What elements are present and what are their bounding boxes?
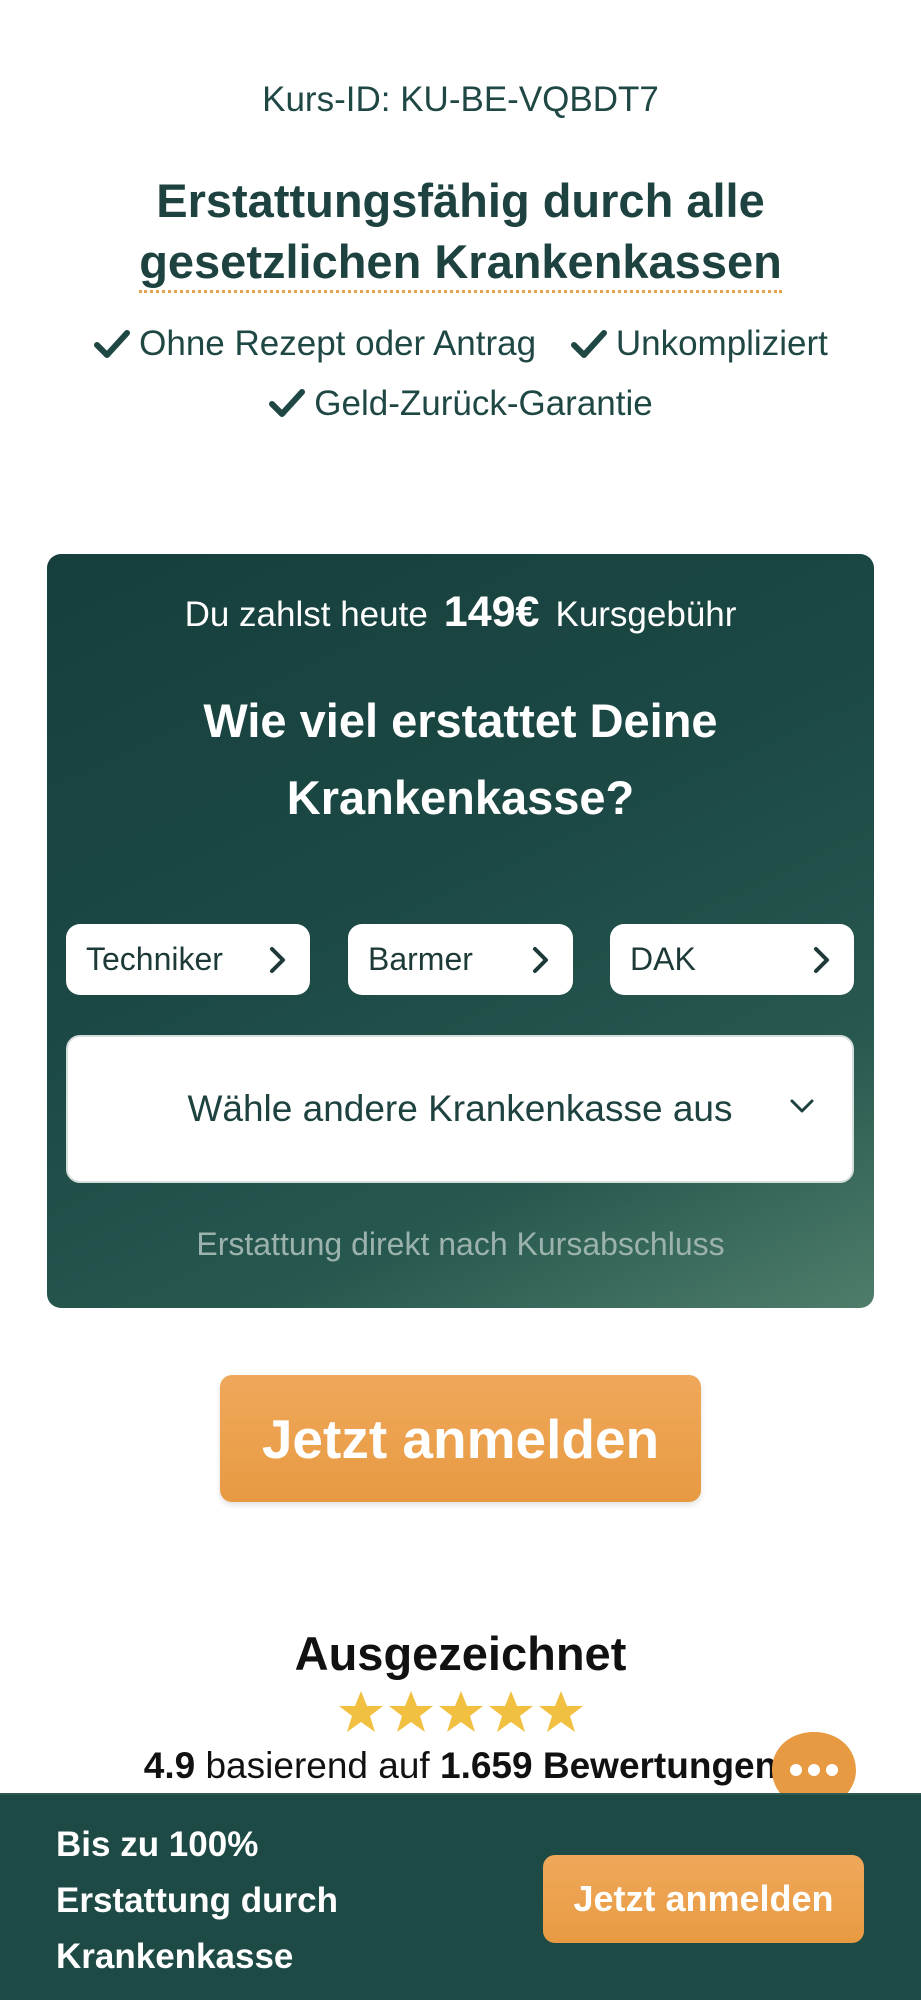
price-line: Du zahlst heute 149€ Kursgebühr	[47, 588, 874, 637]
page-title: Erstattungsfähig durch alle gesetzlichen…	[0, 170, 921, 293]
insurer-label: DAK	[630, 941, 696, 977]
bottom-bar-line2: Erstattung durch	[56, 1881, 338, 1920]
insurer-button-dak[interactable]: DAK	[610, 924, 854, 995]
benefit-item: Geld-Zurück-Garantie	[268, 376, 653, 431]
insurer-select[interactable]: Wähle andere Krankenkasse aus	[66, 1035, 854, 1183]
check-icon	[269, 389, 306, 417]
benefits-list: Ohne Rezept oder Antrag Unkompliziert Ge…	[0, 316, 921, 435]
rating-count: 1.659 Bewertungen	[440, 1745, 778, 1786]
bottom-bar-line3: Krankenkasse	[56, 1937, 294, 1976]
rating-title: Ausgezeichnet	[294, 1627, 627, 1680]
refund-note: Erstattung direkt nach Kursabschluss	[196, 1226, 725, 1262]
star-icon	[388, 1691, 433, 1732]
star-icon	[338, 1691, 383, 1732]
headline-line1: Erstattungsfähig durch alle	[156, 174, 765, 227]
question-line1: Wie viel erstattet Deine	[203, 694, 718, 747]
benefit-item: Ohne Rezept oder Antrag	[93, 316, 536, 371]
insurer-button-barmer[interactable]: Barmer	[348, 924, 573, 995]
bottom-bar-text: Bis zu 100% Erstattung durch Krankenkass…	[56, 1817, 396, 1985]
star-icon	[488, 1691, 533, 1732]
insurer-label: Techniker	[86, 941, 223, 977]
rating-based-on: basierend auf	[205, 1745, 430, 1786]
bottom-bar-line1: Bis zu 100%	[56, 1825, 259, 1864]
question-line2: Krankenkasse?	[286, 771, 635, 824]
chevron-right-icon	[814, 946, 829, 973]
insurer-button-techniker[interactable]: Techniker	[66, 924, 310, 995]
insurer-select-label: Wähle andere Krankenkasse aus	[187, 1088, 733, 1129]
bottom-register-button[interactable]: Jetzt anmelden	[543, 1855, 864, 1943]
benefit-label: Geld-Zurück-Garantie	[314, 383, 653, 423]
sticky-bottom-bar: Bis zu 100% Erstattung durch Krankenkass…	[0, 1793, 921, 2000]
star-icon	[538, 1691, 583, 1732]
calculator-question: Wie viel erstattet Deine Krankenkasse?	[47, 682, 874, 836]
chevron-down-icon	[790, 1099, 814, 1113]
price-suffix: Kursgebühr	[555, 595, 737, 634]
rating-score: 4.9	[143, 1745, 196, 1786]
refund-calculator: Du zahlst heute 149€ Kursgebühr Wie viel e…	[47, 554, 874, 1308]
benefit-label: Ohne Rezept oder Antrag	[139, 324, 537, 363]
price-prefix: Du zahlst heute	[184, 595, 428, 634]
price-value: 149€	[443, 588, 540, 636]
register-button[interactable]: Jetzt anmelden	[220, 1375, 701, 1502]
benefit-item: Unkompliziert	[570, 316, 828, 371]
course-id: Kurs-ID: KU-BE-VQBDT7	[262, 80, 659, 119]
headline-line2: gesetzlichen Krankenkassen	[139, 235, 782, 293]
check-icon	[570, 329, 607, 358]
chevron-right-icon	[533, 946, 548, 973]
chevron-right-icon	[270, 946, 285, 973]
benefit-label: Unkompliziert	[615, 324, 828, 363]
star-icon	[438, 1691, 483, 1732]
check-icon	[94, 329, 131, 358]
insurer-label: Barmer	[368, 941, 473, 977]
